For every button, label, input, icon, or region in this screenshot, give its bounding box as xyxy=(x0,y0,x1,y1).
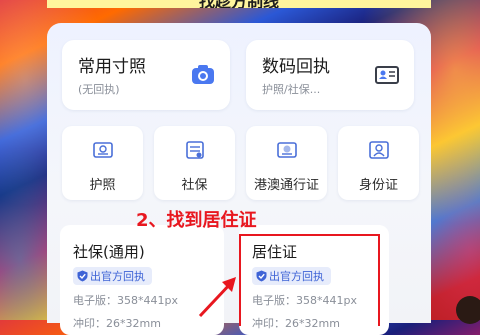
common-photo-card[interactable]: 常用寸照 (无回执) xyxy=(62,40,230,110)
digital-receipt-subtitle: 护照/社保... xyxy=(262,83,321,96)
red-arrow-icon xyxy=(198,277,236,318)
digital-receipt-title: 数码回执 xyxy=(262,57,330,77)
camera-icon xyxy=(192,65,214,84)
doc-name: 社保(通用) xyxy=(73,243,145,261)
top-caption-banner: 找趁方制线 xyxy=(47,0,431,8)
id-card-card[interactable]: 身份证 xyxy=(338,126,419,200)
common-photo-subtitle: (无回执) xyxy=(78,83,120,96)
id-card-icon xyxy=(375,66,399,84)
social-security-icon xyxy=(185,141,204,159)
common-photo-title: 常用寸照 xyxy=(78,57,146,77)
document-type-row: 护照 社保 港澳通行证 身份证 xyxy=(62,126,420,200)
passport-label: 护照 xyxy=(89,178,116,193)
digital-receipt-card[interactable]: 数码回执 护照/社保... xyxy=(246,40,414,110)
permit-label: 港澳通行证 xyxy=(253,178,319,193)
id-person-icon xyxy=(368,141,389,159)
social-security-card[interactable]: 社保 xyxy=(154,126,235,200)
permit-icon xyxy=(276,142,297,158)
permit-card[interactable]: 港澳通行证 xyxy=(246,126,327,200)
social-security-label: 社保 xyxy=(181,178,208,193)
shield-check-icon xyxy=(77,270,88,282)
id-card-label: 身份证 xyxy=(358,178,398,193)
step-annotation: 2、找到居住证 xyxy=(136,210,257,231)
passport-card[interactable]: 护照 xyxy=(62,126,143,200)
official-receipt-badge: 出官方回执 xyxy=(73,267,152,285)
passport-icon xyxy=(92,142,113,158)
banner-text: 找趁方制线 xyxy=(47,0,431,8)
doc-digital-spec: 电子版：358*441px xyxy=(73,294,178,307)
badge-text: 出官方回执 xyxy=(90,270,145,283)
highlight-box xyxy=(239,234,380,326)
doc-print-spec: 冲印：26*32mm xyxy=(73,317,161,330)
